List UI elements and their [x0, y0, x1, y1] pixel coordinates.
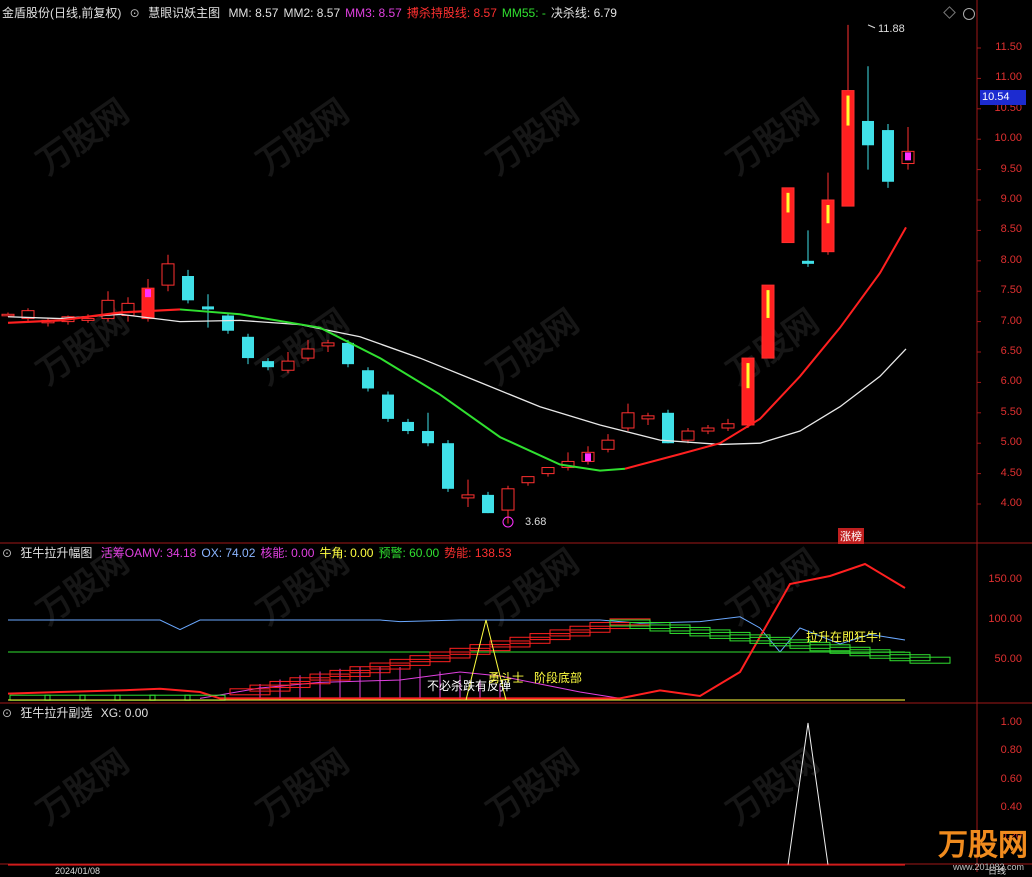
- candle-body-up: [541, 467, 555, 475]
- candle-body-down: [402, 421, 414, 432]
- site-url: www.201082.com: [952, 862, 1024, 872]
- sub1-tick-label: 100.00: [988, 613, 1022, 625]
- candle-body-up: [161, 263, 175, 286]
- candle-body-up: [321, 342, 335, 347]
- sub2-tick-label: 0.40: [1000, 801, 1022, 814]
- candle-body-down: [382, 394, 394, 419]
- price-tick-label: 8.50: [1000, 223, 1022, 236]
- price-tick-label: 4.50: [1000, 466, 1022, 479]
- signal-marker: [585, 453, 591, 462]
- candle-body-up: [501, 488, 515, 511]
- candlestick-chart[interactable]: [0, 0, 1032, 872]
- candle-body-up: [641, 415, 655, 420]
- candle-body-down: [882, 130, 894, 182]
- limit-up-badge: 涨榜: [838, 528, 864, 544]
- candle-body-down: [662, 412, 674, 444]
- candle-body-up: [601, 439, 615, 450]
- candle-body-up: [81, 318, 95, 321]
- sub2-tick-label: 0.80: [1000, 744, 1022, 757]
- price-tick-label: 11.50: [995, 41, 1022, 53]
- hold-line-green: [179, 308, 626, 472]
- candle-body-up: [121, 302, 135, 317]
- bottom-date: 2024/01/08: [55, 866, 101, 876]
- low-price-label: 3.68: [525, 516, 547, 528]
- signal-marker: [905, 152, 911, 161]
- current-price-tag: 10.54: [980, 90, 1026, 105]
- candle-body-up: [681, 430, 695, 441]
- price-tick-label: 11.00: [995, 71, 1022, 84]
- annotation-rally: 拉升在即狂牛!: [806, 630, 882, 644]
- candle-body-down: [202, 306, 214, 310]
- candle-body-up: [1, 313, 15, 317]
- candle-body-down: [442, 443, 454, 489]
- low-step-box: [149, 694, 191, 701]
- candle-body-up: [281, 360, 295, 371]
- candle-body-down: [182, 276, 194, 301]
- high-price-label: 11.88: [878, 23, 905, 35]
- low-step-box: [9, 694, 51, 701]
- site-logo: 万股网: [938, 828, 1028, 863]
- price-tick-label: 9.00: [1000, 193, 1022, 205]
- annotation-bottom: 阶段底部: [534, 671, 583, 685]
- signal-marker: [145, 289, 151, 298]
- candle-body-down: [422, 431, 434, 444]
- price-tick-label: 5.50: [1000, 405, 1022, 418]
- candle-body-down: [222, 315, 234, 331]
- price-tick-label: 6.00: [1000, 375, 1022, 388]
- candle-body-down: [362, 370, 374, 389]
- candle-body-up: [721, 423, 735, 429]
- candle-body-up: [301, 348, 315, 359]
- candle-body-down: [342, 342, 354, 365]
- sub2-tick-label: 0.60: [1000, 772, 1022, 785]
- price-tick-label: 4.00: [1000, 497, 1022, 509]
- price-tick-label: 9.50: [1000, 162, 1022, 175]
- low-step-box: [44, 694, 86, 701]
- price-tick-label: 8.00: [1000, 253, 1022, 266]
- price-tick-label: 7.00: [1000, 314, 1022, 327]
- candle-body-up: [461, 494, 475, 499]
- low-step-box: [114, 694, 156, 701]
- sub1-tick-label: 50.00: [994, 653, 1022, 665]
- price-tick-label: 7.50: [1000, 284, 1022, 297]
- xg-line: [8, 722, 905, 866]
- annotation-soldier: 勇斗士: [488, 671, 525, 685]
- candle-body-down: [802, 260, 814, 264]
- price-tick-label: 10.00: [994, 132, 1022, 145]
- candle-body-down: [482, 494, 494, 514]
- sub2-tick-label: 1.00: [1000, 716, 1022, 728]
- candle-body-up: [621, 412, 635, 429]
- price-tick-label: 6.50: [1000, 345, 1022, 357]
- candle-body-down: [862, 120, 874, 146]
- price-tick-label: 5.00: [1000, 436, 1022, 449]
- candle-body-down: [242, 336, 254, 359]
- candle-body-up: [701, 427, 715, 432]
- candle-body-up: [521, 476, 535, 484]
- sub1-tick-label: 150.00: [988, 573, 1022, 585]
- candle-body-down: [262, 361, 274, 368]
- high-pointer: [867, 24, 876, 29]
- low-step-box: [79, 694, 121, 701]
